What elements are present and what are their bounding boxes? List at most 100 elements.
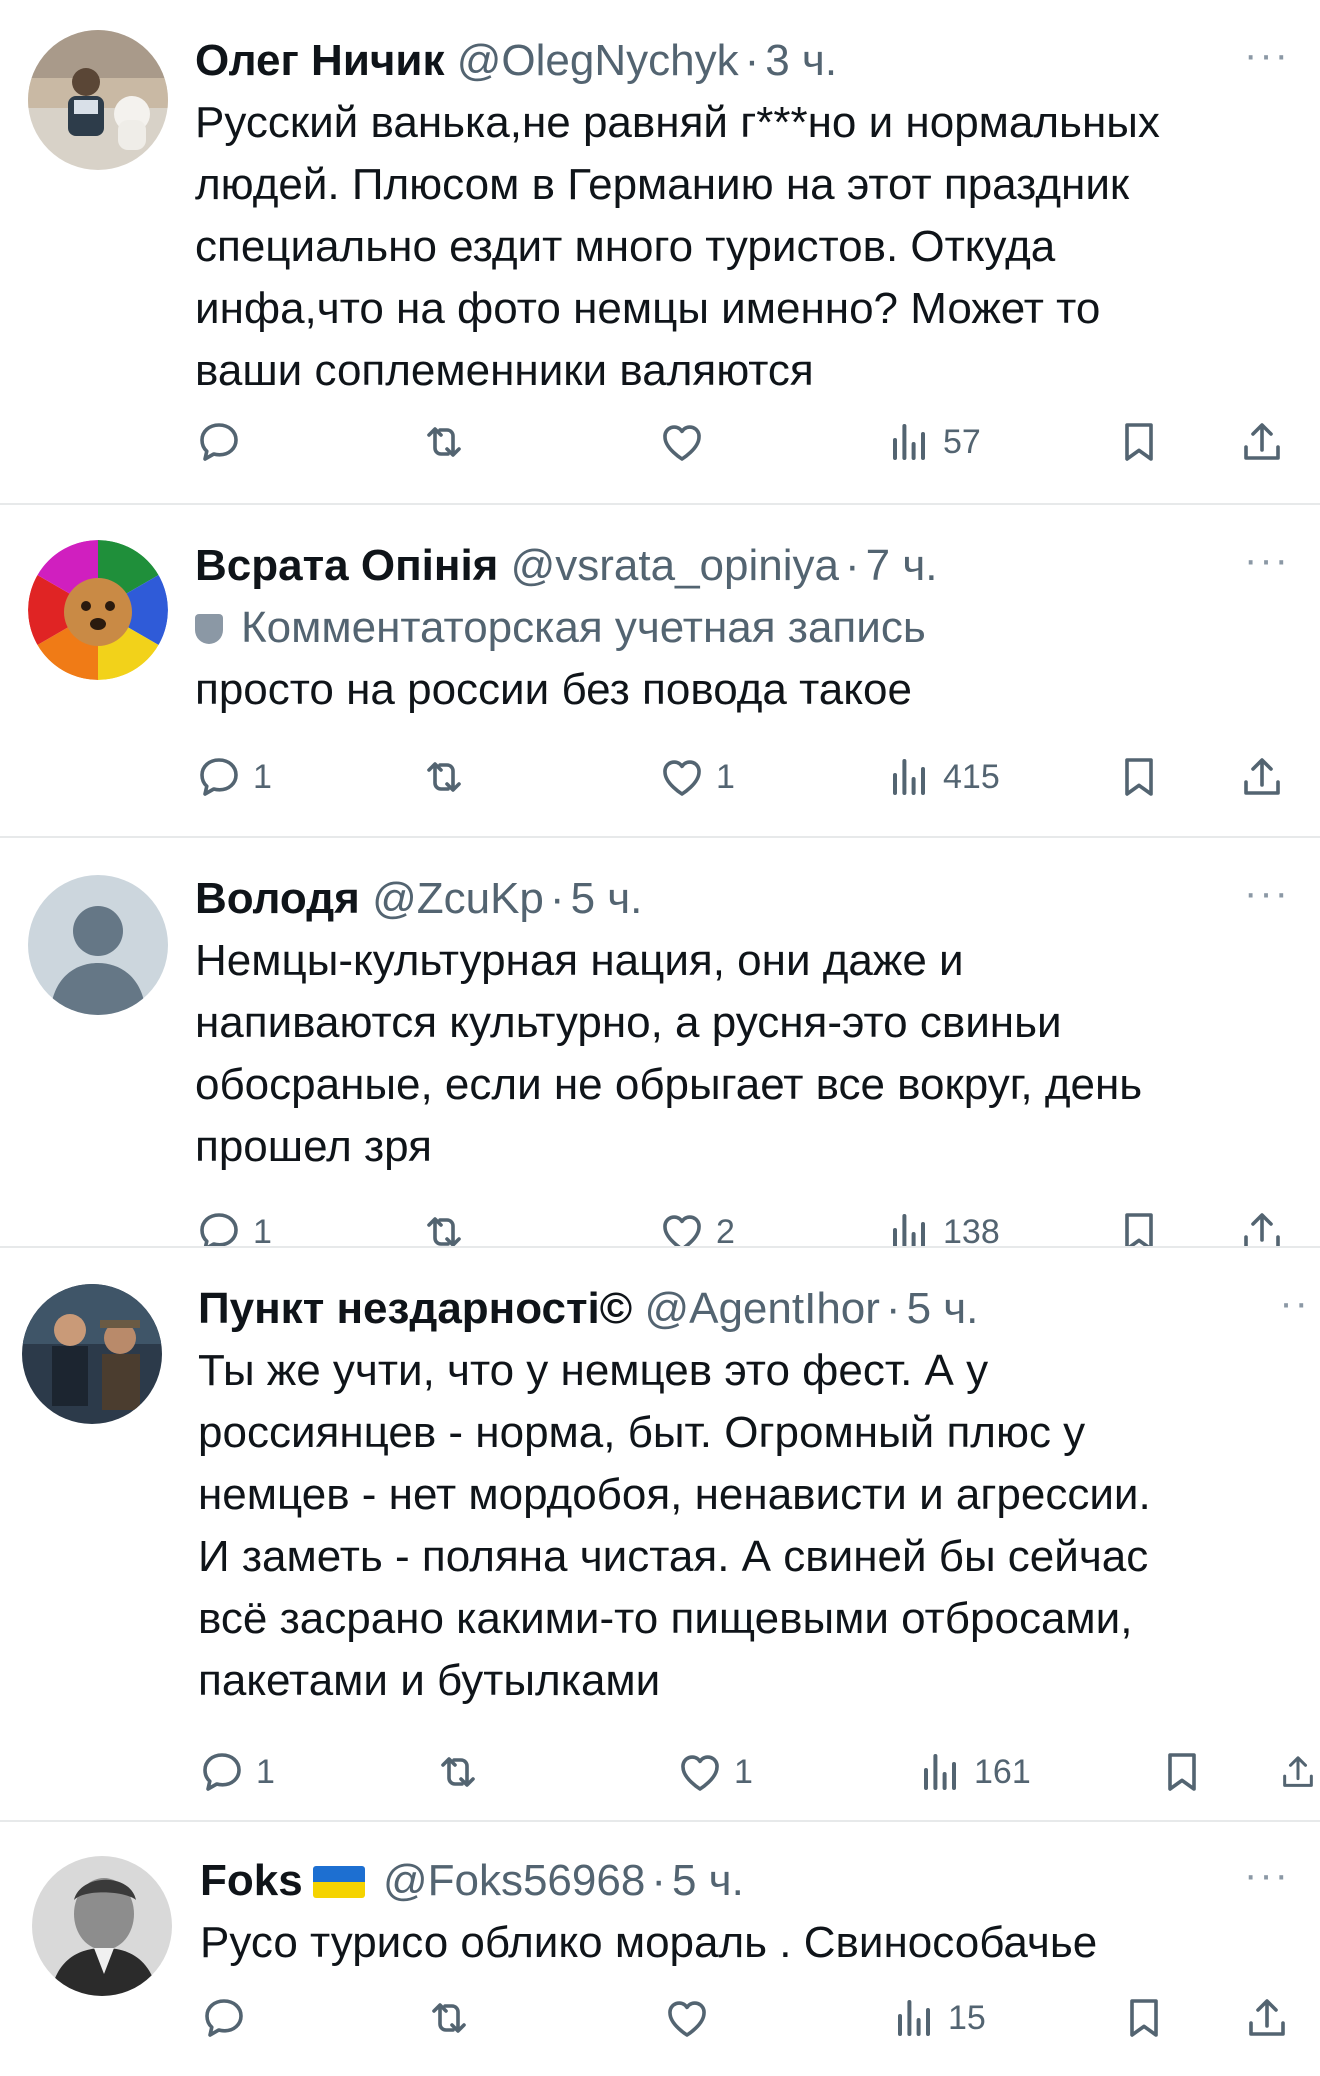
reply-button[interactable]: 1 [195, 1202, 272, 1246]
like-button[interactable] [663, 1988, 721, 2048]
views-icon [890, 1994, 938, 2042]
avatar[interactable] [28, 30, 168, 170]
more-options-icon[interactable]: ·· [1279, 1278, 1310, 1328]
share-button[interactable] [1238, 412, 1286, 472]
tweet-text-line: ваши соплеменники валяются [195, 346, 814, 395]
like-button[interactable] [658, 412, 716, 472]
display-name[interactable]: Foks [200, 1856, 303, 1905]
timestamp[interactable]: 5 ч. [571, 874, 643, 923]
share-icon [1238, 753, 1286, 801]
more-options-icon[interactable]: ··· [1244, 868, 1290, 918]
retweet-button[interactable] [420, 747, 478, 807]
display-name[interactable]: Всрата Опінія [195, 541, 498, 590]
tweet[interactable]: Олег Ничик @OlegNychyk · 3 ч. ··· Русский … [0, 0, 1320, 505]
views-icon [885, 1208, 933, 1246]
timestamp[interactable]: 7 ч. [866, 541, 938, 590]
user-handle[interactable]: @AgentIhor [644, 1284, 879, 1333]
more-options-icon[interactable]: ··· [1244, 1850, 1290, 1900]
avatar[interactable] [32, 1856, 172, 1996]
display-name[interactable]: Володя [195, 874, 360, 923]
bookmark-icon [1120, 1994, 1168, 2042]
share-icon [1238, 418, 1286, 466]
like-icon [658, 753, 706, 801]
display-name[interactable]: Пункт нездарності© [198, 1284, 632, 1333]
tweet-text-line: напиваются культурно, а русня-это свиньи [195, 998, 1062, 1047]
like-icon [663, 1994, 711, 2042]
views-button[interactable]: 415 [885, 747, 1000, 807]
retweet-button[interactable] [434, 1742, 492, 1802]
tweet-header: Всрата Опінія @vsrata_opiniya · 7 ч. ··· [195, 535, 1290, 597]
retweet-button[interactable] [425, 1988, 483, 2048]
views-button[interactable]: 57 [885, 412, 981, 472]
tweet[interactable]: Всрата Опінія @vsrata_opiniya · 7 ч. ··· К… [0, 505, 1320, 838]
more-options-icon[interactable]: ··· [1244, 30, 1290, 80]
tweet-text: Немцы-культурная нация, они даже и напив… [195, 930, 1290, 1178]
reply-button[interactable]: 1 [195, 747, 272, 807]
tweet[interactable]: Пункт нездарності© @AgentIhor · 5 ч. ·· Ты… [0, 1248, 1320, 1822]
bookmark-button[interactable] [1120, 1988, 1168, 2048]
bookmark-button[interactable] [1115, 747, 1163, 807]
tweet-text-line: Немцы-культурная нация, они даже и [195, 936, 964, 985]
ukraine-flag-icon [312, 1866, 365, 1898]
timestamp[interactable]: 5 ч. [672, 1856, 744, 1905]
tweet-text: Русо турисо облико мораль . Свинособачье [200, 1912, 1290, 1974]
share-button[interactable] [1278, 1742, 1318, 1802]
bookmark-icon [1115, 1208, 1163, 1246]
tweet-text-line: пакетами и бутылками [198, 1656, 661, 1705]
reply-icon [195, 753, 243, 801]
tweet-text-line: инфа,что на фото немцы именно? Может то [195, 284, 1101, 333]
tweet-text-line: специально ездит много туристов. Откуда [195, 222, 1056, 271]
timestamp[interactable]: 5 ч. [907, 1284, 979, 1333]
user-handle[interactable]: @vsrata_opiniya [511, 541, 839, 590]
separator: · [549, 874, 565, 923]
share-button[interactable] [1238, 1202, 1286, 1246]
views-count: 138 [943, 1212, 1000, 1247]
action-bar: 1 1 415 [195, 747, 1290, 807]
reply-button[interactable] [195, 412, 253, 472]
share-button[interactable] [1243, 1988, 1291, 2048]
timestamp[interactable]: 3 ч. [765, 36, 837, 85]
more-options-icon[interactable]: ··· [1244, 535, 1290, 585]
reply-button[interactable] [200, 1988, 258, 2048]
like-button[interactable]: 1 [658, 747, 735, 807]
retweet-button[interactable] [420, 412, 478, 472]
like-button[interactable]: 1 [676, 1742, 753, 1802]
user-handle[interactable]: @Foks56968 [383, 1856, 645, 1905]
retweet-icon [434, 1748, 482, 1796]
views-button[interactable]: 15 [890, 1988, 986, 2048]
retweet-button[interactable] [420, 1202, 478, 1246]
user-handle[interactable]: @OlegNychyk [457, 36, 739, 85]
tweet-text-line: людей. Плюсом в Германию на этот праздни… [195, 160, 1130, 209]
tweet-text: Ты же учти, что у немцев это фест. А у р… [198, 1340, 1290, 1712]
views-button[interactable]: 161 [916, 1742, 1031, 1802]
avatar[interactable] [22, 1284, 162, 1424]
tweet-text-line: просто на россии без повода такое [195, 665, 912, 714]
share-icon [1278, 1748, 1318, 1796]
views-button[interactable]: 138 [885, 1202, 1000, 1246]
action-bar: 15 [200, 1988, 1295, 2048]
community-label: Комментаторская учетная запись [241, 603, 926, 652]
share-button[interactable] [1238, 747, 1286, 807]
views-icon [916, 1748, 964, 1796]
like-button[interactable]: 2 [658, 1202, 735, 1246]
tweet-text-line: россиянцев - норма, быт. Огромный плюс у [198, 1408, 1086, 1457]
action-bar: 1 2 138 [195, 1202, 1290, 1246]
tweet-header: Олег Ничик @OlegNychyk · 3 ч. ··· [195, 30, 1290, 92]
tweet-text-line: Русо турисо облико мораль . Свинособачье [200, 1918, 1098, 1967]
share-icon [1243, 1994, 1291, 2042]
display-name[interactable]: Олег Ничик [195, 36, 444, 85]
tweet[interactable]: Foks @Foks56968 · 5 ч. ··· Русо турисо обл… [0, 1822, 1320, 2076]
reply-count: 1 [253, 757, 272, 796]
bookmark-button[interactable] [1115, 1202, 1163, 1246]
bookmark-button[interactable] [1158, 1742, 1206, 1802]
reply-button[interactable]: 1 [198, 1742, 275, 1802]
views-icon [885, 753, 933, 801]
user-handle[interactable]: @ZcuKp [372, 874, 544, 923]
tweet-header: Foks @Foks56968 · 5 ч. ··· [200, 1850, 1290, 1912]
tweet[interactable]: Володя @ZcuKp · 5 ч. ··· Немцы-культурная … [0, 838, 1320, 1248]
bookmark-button[interactable] [1115, 412, 1163, 472]
avatar[interactable] [28, 875, 168, 1015]
avatar[interactable] [28, 540, 168, 680]
views-count: 415 [943, 757, 1000, 796]
reply-icon [195, 418, 243, 466]
